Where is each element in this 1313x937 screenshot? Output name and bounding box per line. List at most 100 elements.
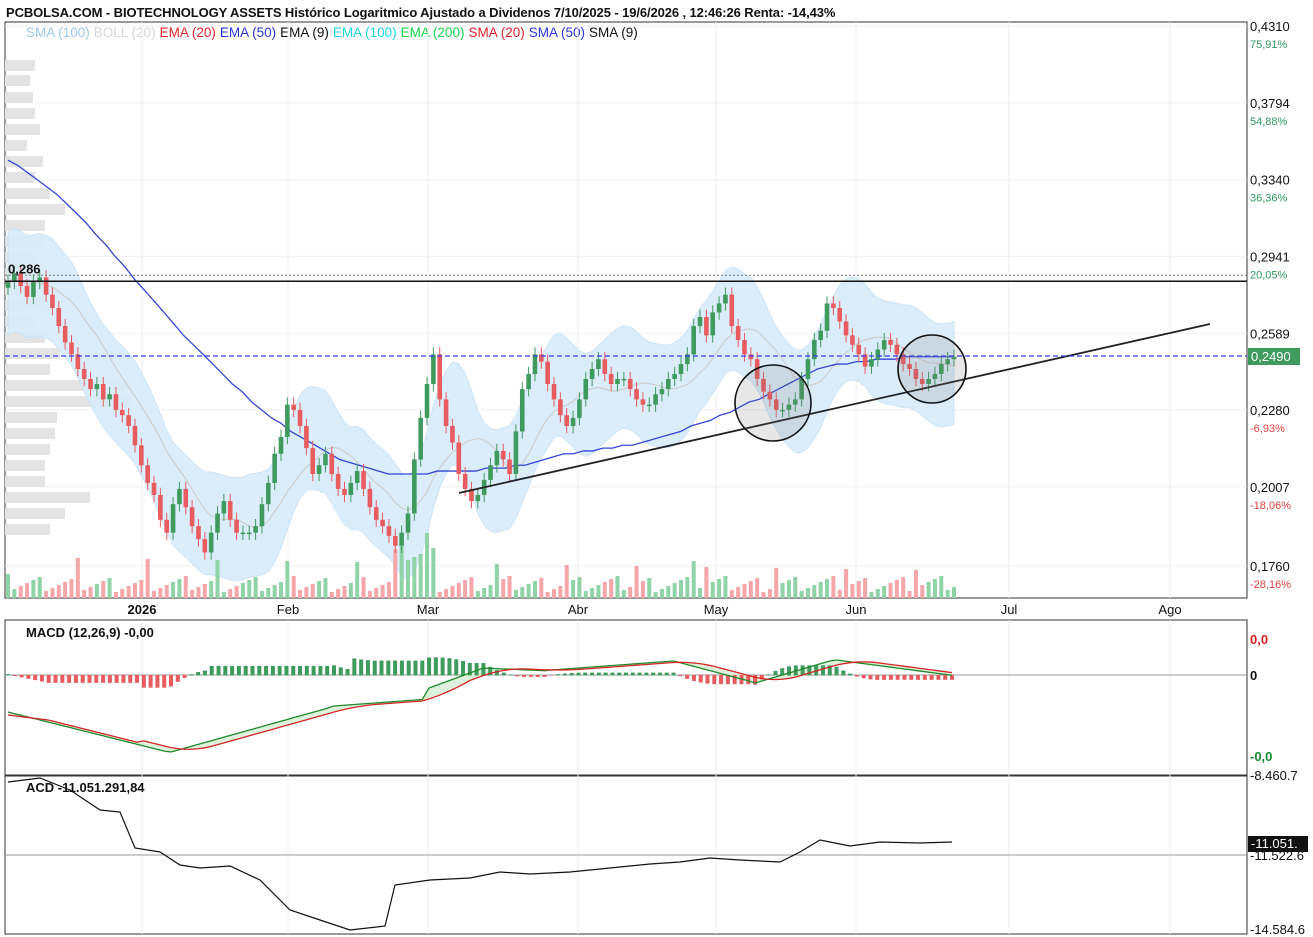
macd-histogram-bar — [848, 673, 853, 676]
candle-body — [507, 459, 512, 474]
candle-body — [132, 425, 138, 446]
macd-histogram-bar — [875, 675, 880, 680]
candle-body — [183, 488, 189, 508]
y-tick-percent: 36,36% — [1250, 193, 1288, 205]
macd-histogram-bar — [820, 665, 825, 676]
y-tick-percent: 54,88% — [1250, 116, 1288, 128]
candle-body — [88, 378, 93, 390]
macd-histogram-bar — [902, 675, 907, 680]
candle-body — [875, 349, 881, 360]
macd-histogram-bar — [243, 665, 248, 676]
volume-profile-bar — [5, 140, 27, 151]
candle-body — [627, 378, 633, 390]
macd-histogram-bar — [854, 675, 859, 677]
macd-histogram-bar — [501, 672, 506, 676]
y-tick-label: 0,2280 — [1250, 403, 1290, 418]
candle-body — [418, 417, 423, 460]
volume-bar — [272, 585, 277, 598]
volume-bar — [132, 583, 137, 598]
macd-histogram-bar — [630, 672, 635, 676]
candle-body — [43, 277, 49, 295]
candle-body — [164, 519, 170, 533]
candle-body — [589, 369, 595, 379]
volume-bar — [75, 558, 80, 598]
candle-body — [545, 361, 550, 385]
volume-bar — [158, 588, 163, 598]
macd-histogram-bar — [67, 675, 72, 683]
macd-histogram-bar — [331, 665, 336, 676]
y-tick-label: 0,3794 — [1250, 96, 1290, 111]
candle-body — [119, 409, 125, 416]
candle-body — [558, 399, 563, 416]
macd-histogram-bar — [868, 675, 873, 680]
volume-bar — [12, 589, 17, 598]
y-tick-label: 0,2941 — [1250, 249, 1290, 264]
candle-body — [837, 307, 843, 322]
volume-profile-bar — [5, 75, 30, 86]
macd-histogram-bar — [406, 660, 411, 676]
acd-y-tick: -14.584.6 — [1250, 922, 1305, 937]
volume-bar — [571, 580, 576, 598]
macd-histogram-bar — [691, 675, 696, 681]
candle-body — [869, 359, 874, 367]
candle-body — [272, 453, 277, 483]
volume-bar — [488, 585, 493, 598]
candle-body — [126, 415, 131, 426]
macd-histogram-bar — [556, 674, 561, 676]
macd-histogram-bar — [657, 672, 662, 676]
volume-bar — [285, 561, 290, 598]
volume-bar — [215, 560, 220, 598]
macd-histogram-bar — [19, 675, 24, 678]
volume-bar — [913, 570, 918, 598]
candle-body — [729, 294, 735, 327]
volume-bar — [463, 580, 468, 598]
volume-bar — [361, 577, 366, 598]
candle-body — [456, 442, 462, 474]
candle-body — [443, 399, 449, 426]
candle-body — [621, 378, 627, 381]
macd-histogram-bar — [270, 665, 275, 676]
macd-histogram-bar — [196, 671, 201, 676]
candle-body — [710, 312, 716, 336]
volume-bar — [780, 583, 785, 598]
candle-body — [329, 453, 335, 474]
volume-bar — [240, 583, 245, 598]
candle-body — [488, 465, 493, 480]
macd-histogram-bar — [87, 675, 92, 683]
macd-panel-frame — [4, 619, 1248, 776]
macd-histogram-bar — [685, 675, 690, 679]
candle-body — [570, 417, 576, 426]
annotation-circle — [734, 364, 812, 442]
current-price-label: 0,2490 — [1251, 349, 1291, 364]
x-tick-label: May — [704, 602, 729, 617]
volume-bar — [945, 590, 950, 598]
chart-canvas[interactable]: 2026 Feb Mar Abr May Jun Jul Ago 0,4310 75,91% 0,3… — [0, 0, 1313, 937]
y-tick-percent: -6,93% — [1250, 423, 1285, 435]
volume-bar — [139, 580, 144, 598]
macd-histogram-bar — [60, 675, 65, 683]
macd-histogram-bar — [719, 675, 724, 685]
volume-profile-bar — [5, 412, 57, 423]
candle-body — [519, 389, 525, 432]
volume-bar — [932, 579, 937, 598]
macd-histogram-bar — [576, 672, 581, 676]
volume-bar — [101, 581, 106, 598]
macd-histogram-bar — [114, 675, 119, 683]
macd-histogram-bar — [379, 660, 384, 676]
y-tick-label: 0,2007 — [1250, 480, 1290, 495]
y-tick-percent: 20,05% — [1250, 269, 1288, 281]
candle-body — [367, 488, 373, 508]
candle-body — [221, 501, 227, 514]
macd-histogram-bar — [481, 663, 486, 676]
macd-histogram-bar — [6, 674, 10, 676]
volume-bar — [939, 576, 944, 598]
macd-histogram-bar — [515, 675, 520, 677]
macd-histogram-bar — [359, 659, 364, 676]
candle-body — [177, 488, 182, 505]
macd-histogram-bar — [603, 672, 608, 676]
volume-bar — [825, 579, 830, 598]
macd-histogram-bar — [413, 660, 418, 676]
macd-histogram-bar — [39, 675, 44, 682]
volume-bar — [183, 576, 188, 598]
volume-profile-bar — [5, 204, 65, 215]
